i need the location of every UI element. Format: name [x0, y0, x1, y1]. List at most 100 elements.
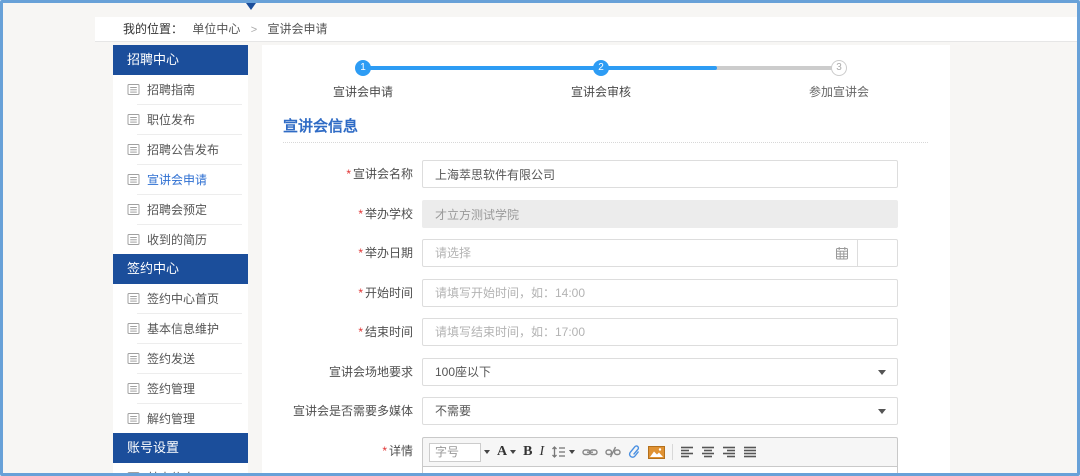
- required-mark: *: [358, 325, 363, 339]
- sidebar-item-recruit-guide[interactable]: 招聘指南: [113, 75, 248, 104]
- document-icon: [127, 113, 140, 126]
- richtext-content[interactable]: [422, 467, 898, 473]
- justify-icon: [744, 446, 757, 458]
- sidebar-item-label: 收到的简历: [147, 233, 208, 247]
- insert-image-button[interactable]: [648, 445, 666, 459]
- font-color-button[interactable]: A: [497, 444, 507, 460]
- sidebar-item-account-basic-info[interactable]: 基本信息: [113, 463, 248, 473]
- required-mark: *: [358, 207, 363, 221]
- field-label-multimedia-needed: 宣讲会是否需要多媒体: [292, 404, 413, 418]
- align-right-icon: [723, 446, 736, 458]
- paperclip-icon: [629, 445, 640, 458]
- sidebar-item-label: 职位发布: [147, 113, 196, 127]
- field-label-start-time: * 开始时间: [358, 286, 413, 300]
- image-icon: [648, 445, 666, 459]
- field-label-venue-requirement: 宣讲会场地要求: [328, 365, 413, 379]
- insert-link-button[interactable]: [582, 446, 598, 458]
- document-icon: [127, 233, 140, 246]
- required-mark: *: [346, 167, 351, 181]
- breadcrumb-current: 宣讲会申请: [267, 22, 328, 36]
- venue-requirement-select[interactable]: 100座以下: [422, 358, 898, 386]
- end-time-input[interactable]: [422, 318, 898, 346]
- start-time-row: * 开始时间: [262, 279, 950, 307]
- details-editor-row: * 详情 字号 A B I: [262, 437, 950, 473]
- multimedia-needed-control: 不需要: [422, 397, 898, 425]
- host-school-control: [422, 200, 898, 228]
- sidebar-item-recruit-announcement[interactable]: 招聘公告发布: [113, 135, 248, 164]
- document-icon: [127, 352, 140, 365]
- justify-button[interactable]: [743, 446, 757, 458]
- sidebar-item-label: 基本信息: [147, 469, 195, 473]
- presentation-name-control: [422, 160, 898, 188]
- align-center-icon: [702, 446, 715, 458]
- selected-value: 不需要: [435, 404, 472, 418]
- toolbar-divider: [672, 444, 674, 460]
- sidebar-item-received-resumes[interactable]: 收到的简历: [113, 225, 248, 254]
- align-center-button[interactable]: [701, 446, 715, 458]
- align-left-button[interactable]: [680, 446, 694, 458]
- document-icon: [127, 173, 140, 186]
- remove-link-button[interactable]: [605, 446, 621, 458]
- sidebar-item-label: 签约发送: [147, 352, 196, 366]
- step-3-indicator: 3: [831, 60, 847, 76]
- document-icon: [127, 204, 140, 215]
- venue-requirement-control: 100座以下: [422, 358, 898, 386]
- multimedia-needed-select[interactable]: 不需要: [422, 397, 898, 425]
- align-left-icon: [681, 446, 694, 458]
- sidebar-item-sign-send[interactable]: 签约发送: [113, 344, 248, 373]
- font-size-select[interactable]: 字号: [429, 442, 481, 462]
- document-icon: [127, 322, 140, 335]
- breadcrumb: 我的位置： 单位中心 > 宣讲会申请: [95, 17, 1077, 42]
- sidebar-item-label: 招聘会预定: [147, 203, 208, 217]
- sidebar-item-basic-info-maintain[interactable]: 基本信息维护: [113, 314, 248, 343]
- breadcrumb-label: 我的位置：: [123, 22, 184, 36]
- document-icon: [127, 83, 140, 96]
- bold-button[interactable]: B: [523, 444, 532, 460]
- sidebar-item-cancel-sign-manage[interactable]: 解约管理: [113, 404, 248, 433]
- chevron-down-icon: [878, 409, 886, 414]
- document-icon: [127, 84, 140, 95]
- venue-requirement-row: 宣讲会场地要求 100座以下: [262, 358, 950, 386]
- document-icon: [127, 234, 140, 245]
- attachment-button[interactable]: [628, 445, 641, 459]
- chevron-down-icon: [878, 370, 886, 375]
- date-placeholder: 请选择: [435, 246, 472, 260]
- chevron-down-icon: [569, 450, 576, 454]
- step-2-label: 宣讲会审核: [570, 85, 631, 99]
- event-date-picker[interactable]: 请选择: [422, 239, 898, 267]
- line-height-button[interactable]: [551, 445, 566, 459]
- sidebar-item-sign-manage[interactable]: 签约管理: [113, 374, 248, 403]
- host-school-input: [422, 200, 898, 228]
- breadcrumb-link-unit-center[interactable]: 单位中心: [192, 22, 240, 36]
- start-time-input[interactable]: [422, 279, 898, 307]
- document-icon: [127, 471, 140, 473]
- sidebar-section-sign-center: 签约中心: [113, 254, 248, 284]
- sidebar-section-recruit-center: 招聘中心: [113, 45, 248, 75]
- sidebar-item-label: 解约管理: [147, 412, 196, 426]
- sidebar-item-job-posting[interactable]: 职位发布: [113, 105, 248, 134]
- sidebar-item-jobfair-booking[interactable]: 招聘会预定: [113, 195, 248, 224]
- italic-button[interactable]: I: [539, 444, 544, 460]
- selected-value: 100座以下: [435, 365, 492, 379]
- document-icon: [127, 293, 140, 304]
- sidebar-item-sign-center-home[interactable]: 签约中心首页: [113, 284, 248, 313]
- event-date-control: 请选择: [422, 239, 898, 267]
- field-label-presentation-name: * 宣讲会名称: [346, 167, 413, 181]
- step-1-indicator: 1: [355, 60, 371, 76]
- sidebar: 招聘中心 招聘指南职位发布招聘公告发布宣讲会申请招聘会预定收到的简历签约中心 签约中…: [113, 45, 248, 473]
- presentation-name-input[interactable]: [422, 160, 898, 188]
- line-height-icon: [552, 446, 566, 458]
- page-title: 宣讲会信息: [283, 118, 359, 135]
- unlink-icon: [605, 446, 621, 458]
- document-icon: [127, 143, 140, 156]
- field-label-host-school: * 举办学校: [358, 207, 413, 221]
- step-3-label: 参加宣讲会: [808, 85, 869, 99]
- end-time-control: [422, 318, 898, 346]
- align-right-button[interactable]: [722, 446, 736, 458]
- sidebar-item-presentation-apply[interactable]: 宣讲会申请: [113, 165, 248, 194]
- sidebar-item-label: 招聘公告发布: [147, 143, 220, 157]
- sidebar-section-account-settings: 账号设置: [113, 433, 248, 463]
- richtext-toolbar: 字号 A B I: [422, 437, 898, 467]
- app-window: 我的位置： 单位中心 > 宣讲会申请 招聘中心 招聘指南 职位发布 招聘公告发布 宣讲会…: [0, 0, 1080, 476]
- field-label-event-date: * 举办日期: [358, 246, 413, 260]
